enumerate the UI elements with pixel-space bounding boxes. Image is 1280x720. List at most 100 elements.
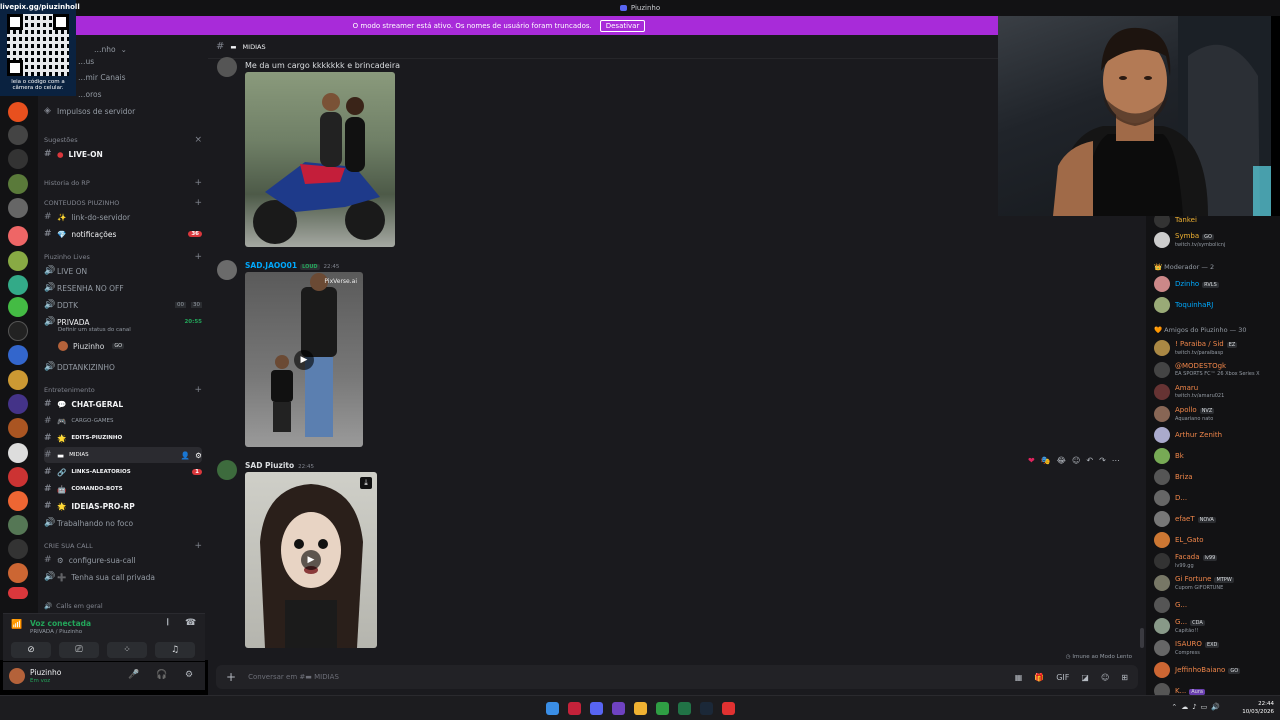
server-icon[interactable]	[8, 394, 28, 414]
message-video[interactable]: PixVerse.ai ▶	[245, 272, 363, 447]
member-item[interactable]: Amaru twitch.tv/amaru021	[1154, 382, 1276, 402]
category-conteudos[interactable]: CONTEUDOS PIUZINHO +	[44, 197, 202, 209]
headphones-icon[interactable]: 🎧	[156, 670, 167, 680]
member-item[interactable]: Dzinho RVLS	[1154, 274, 1276, 294]
avatar[interactable]	[217, 260, 237, 280]
member-item[interactable]: Symba GO twitch.tv/symbolicnj	[1154, 230, 1276, 250]
member-item[interactable]: Facada lv99 lv99.gg	[1154, 551, 1276, 571]
user-name[interactable]: Piuzinho	[30, 668, 61, 677]
forward-icon[interactable]: ↷	[1099, 456, 1106, 465]
category-entretenimento[interactable]: Entretenimento +	[44, 384, 202, 396]
member-item[interactable]: D...	[1154, 488, 1276, 508]
voice-status-prompt[interactable]: Definir um status do canal	[44, 325, 202, 335]
channel-comando[interactable]: # 🤖 COMANDO-BOTS	[44, 481, 202, 497]
member-item[interactable]: Gi Fortune MTPW Cupom GIFORTUNE	[1154, 573, 1276, 593]
close-icon[interactable]: ×	[194, 135, 202, 145]
voice-ddtankzinho[interactable]: 🔊 DDTANKIZINHO	[44, 359, 202, 375]
disconnect-icon[interactable]: ☎	[185, 618, 196, 628]
server-icon[interactable]	[8, 539, 28, 559]
member-item[interactable]: G...	[1154, 595, 1276, 615]
message-image[interactable]	[245, 72, 395, 247]
voice-live-on[interactable]: 🔊 LIVE ON	[44, 263, 202, 279]
add-reaction-icon[interactable]: ☺	[1072, 456, 1080, 465]
channel-chat-geral[interactable]: # 💬 CHAT-GERAL	[44, 396, 202, 412]
server-icon[interactable]	[8, 275, 28, 295]
channel-notificacoes[interactable]: # 💎 notificações 36	[44, 226, 202, 242]
member-item[interactable]: efaeT NOVA	[1154, 509, 1276, 529]
category-historia[interactable]: Historia do RP +	[44, 177, 202, 189]
apps-icon[interactable]: ⊞	[1121, 673, 1128, 682]
voice-tenha-call[interactable]: 🔊 ➕ Tenha sua call privada	[44, 569, 202, 585]
gift-icon[interactable]: 🎁	[1034, 673, 1044, 682]
screen-share-button[interactable]: ⎚	[59, 642, 99, 658]
gif-icon[interactable]: GIF	[1056, 673, 1069, 682]
sticker-icon[interactable]: ◪	[1081, 673, 1089, 682]
add-channel-icon[interactable]: +	[194, 178, 202, 188]
emoji-picker-icon[interactable]: ☺	[1101, 673, 1109, 682]
message-author[interactable]: SAD Piuzito 22:45	[245, 461, 314, 470]
server-icon[interactable]	[8, 418, 28, 438]
avatar[interactable]	[9, 668, 25, 684]
server-icon[interactable]	[8, 174, 28, 194]
member-item[interactable]: @MODESTOgk EA SPORTS FC™ 26 Xbox Series X	[1154, 360, 1276, 380]
voice-trabalhando[interactable]: 🔊 Trabalhando no foco	[44, 515, 202, 531]
category-crie-call[interactable]: CRIE SUA CALL +	[44, 540, 202, 552]
server-icon[interactable]	[8, 563, 28, 583]
new-server-badge[interactable]	[8, 587, 28, 599]
gear-icon[interactable]: ⚙	[185, 670, 193, 680]
member-item[interactable]: ISAURO EXD Compress	[1154, 638, 1276, 658]
member-item[interactable]: Bk	[1154, 446, 1276, 466]
add-channel-icon[interactable]: +	[194, 385, 202, 395]
member-item[interactable]: Apollo NVZ Aquariano nato	[1154, 404, 1276, 424]
emoji-icon[interactable]: 😂	[1057, 456, 1066, 465]
play-icon[interactable]: ▶	[294, 349, 314, 370]
server-icon[interactable]	[8, 198, 28, 218]
channel-midias[interactable]: # ▬ MIDIAS 👤 ⚙	[44, 447, 202, 463]
channel-cargo-games[interactable]: # 🎮 CARGO-GAMES	[44, 413, 202, 429]
member-item[interactable]: JeffinhoBaiano GO	[1154, 660, 1276, 680]
avatar[interactable]	[217, 57, 237, 77]
app-icon[interactable]	[612, 702, 625, 715]
voice-ddtk[interactable]: 🔊 DDTK 00 30	[44, 297, 202, 313]
chrome-icon[interactable]	[656, 702, 669, 715]
server-icon[interactable]	[8, 102, 28, 122]
channel-ideias[interactable]: # 🌟 IDEIAS-PRO-RP	[44, 498, 202, 514]
add-member-icon[interactable]: 👤	[181, 451, 190, 460]
member-item[interactable]: Briza	[1154, 467, 1276, 487]
category-suggestions[interactable]: Sugestões ×	[44, 134, 202, 146]
attach-plus-icon[interactable]: +	[226, 670, 236, 684]
soundboard-button[interactable]: ♫	[155, 642, 195, 658]
server-icon[interactable]	[8, 515, 28, 535]
member-item[interactable]: Arthur Zenith	[1154, 425, 1276, 445]
voice-user[interactable]: Piuzinho GO	[44, 338, 202, 354]
chat-scrollbar[interactable]	[1140, 628, 1144, 648]
category-calls[interactable]: 🔊 Calls em geral	[44, 600, 202, 612]
gear-icon[interactable]: ⚙	[195, 451, 202, 460]
start-icon[interactable]	[546, 702, 559, 715]
message-composer[interactable]: + Conversar em #▬ MIDIAS ▦ 🎁 GIF ◪ ☺ ⊞	[216, 665, 1138, 689]
reaction-icon[interactable]: 🎭	[1041, 456, 1051, 465]
member-item[interactable]: K... Aura	[1154, 681, 1276, 695]
camera-off-button[interactable]: ⊘	[11, 642, 51, 658]
channel-item-boosts[interactable]: ◈ Impulsos de servidor	[44, 103, 202, 119]
steam-icon[interactable]	[700, 702, 713, 715]
server-icon[interactable]	[8, 491, 28, 511]
voice-status[interactable]: Voz conectada	[30, 619, 91, 628]
voice-channel-name[interactable]: PRIVADA / Piuzinho	[30, 629, 82, 635]
reply-icon[interactable]: ↶	[1086, 456, 1093, 465]
clock[interactable]: 22:44 10/03/2026	[1242, 700, 1274, 716]
play-icon[interactable]: ▶	[301, 550, 321, 570]
server-icon[interactable]	[8, 125, 28, 145]
member-item[interactable]: EL_Gato	[1154, 530, 1276, 550]
server-icon[interactable]	[8, 443, 28, 463]
download-icon[interactable]: ⤓	[360, 477, 372, 489]
category-lives[interactable]: Piuzinho Lives +	[44, 251, 202, 263]
channel-edits[interactable]: # 🌟 EDITS-PIUZINHO	[44, 430, 202, 446]
add-channel-icon[interactable]: +	[194, 252, 202, 262]
avatar[interactable]	[217, 460, 237, 480]
channel-configure-call[interactable]: # ⚙ configure-sua-call	[44, 552, 202, 568]
folder-icon[interactable]	[634, 702, 647, 715]
server-icon[interactable]	[8, 467, 28, 487]
member-item[interactable]: G... CDA Capitão!!	[1154, 616, 1276, 636]
channel-link-servidor[interactable]: # ✨ link-do-servidor	[44, 209, 202, 225]
